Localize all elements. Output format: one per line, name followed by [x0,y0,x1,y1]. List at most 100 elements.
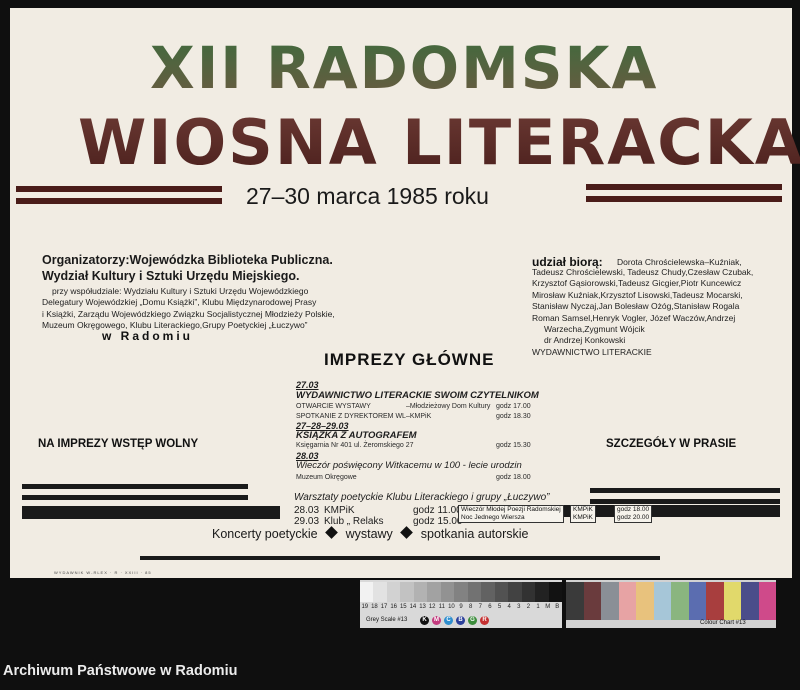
organizers-line: przy współudziale: Wydziału Kultury i Sz… [52,286,309,296]
grey-scale-number: 1 [536,604,540,610]
participant-line: Mirosław Kuźniak,Krzysztof Lisowski,Tade… [532,289,743,300]
event-time: godz 15.30 [496,442,531,449]
grey-scale-number: M [545,604,551,610]
poetry-time: godz 20.00 [617,514,650,521]
printer-credit: WYDAWNIK W-RLEX · R · XXIII · 85 [54,570,152,575]
event-type: wystawy [345,527,393,541]
right-decor-bar-2 [586,196,782,202]
poetry-place-box: KMPiK KMPiK [570,505,596,523]
workshop-time: godz 15.00 [413,516,463,527]
calibration-letter: C [444,616,453,625]
workshop-heading: Warsztaty poetyckie Klubu Literackiego i… [294,492,550,503]
colour-patch [583,582,601,620]
colour-patch [671,582,689,620]
grey-scale-number: B [555,604,560,610]
colour-patch [618,582,636,620]
grey-scale-number: 12 [428,604,436,610]
grey-scale-patch [386,582,401,602]
event-type: spotkania autorskie [420,527,529,541]
colour-patch [636,582,654,620]
calibration-chart: 19 18 17 16 15 14 13 12 11 10 9 8 7 6 5 4 3 2 1 M B Grey Sca… [360,580,776,640]
event-detail: OTWARCIE WYSTAWY [296,403,371,410]
grey-scale-patch [373,582,387,602]
poster-title-line1: XII RADOMSKA [150,34,659,102]
poster-title-line2: WIOSNA LITERACKA [78,106,800,179]
grey-scale-number: 17 [380,604,388,610]
event-types-line: Koncerty poetyckie wystawy spotkania aut… [212,526,529,541]
participant-line: Stanisław Nyczaj,Jan Bolesław Ożóg,Stani… [532,301,740,312]
grey-scale-label: Grey Scale #13 [366,617,408,623]
organizers-subtitle: Wydział Kultury i Sztuki Urzędu Miejskie… [42,269,300,283]
grey-scale-patch [467,582,482,602]
grey-scale-patch [548,582,562,602]
poetry-time-box: godz 18.00 godz 20.00 [614,505,653,523]
grey-scale-patch [360,582,374,602]
poetry-time: godz 18.00 [617,506,650,513]
event-detail: Muzeum Okręgowe [296,474,357,481]
grey-scale-number: 8 [469,604,473,610]
grey-scale-number: 13 [419,604,426,610]
grey-scale-number: 9 [459,604,463,610]
bottom-black-bar [140,556,660,560]
grey-scale-number: 11 [438,604,445,610]
grey-scale-patch [508,582,522,602]
organizers-line: Delegatury Wojewódzkiej „Domu Książki”, … [42,297,317,308]
colour-patch [741,582,759,620]
main-events-title: IMPREZY GŁÓWNE [324,350,495,369]
grey-scale-patch [427,582,441,602]
calibration-letter: G [468,616,477,625]
right-decor-bar-1 [586,184,782,190]
event-place: –Młodzieżowy Dom Kultury [406,403,491,410]
workshop-date: 28.03 [294,505,320,516]
event-time: godz 17.00 [496,403,531,410]
grey-scale-patch [400,582,414,602]
workshop-place: Klub „ Relaks [324,516,384,527]
organizers-title: Organizatorzy:Wojewódzka Biblioteka Publ… [42,253,333,267]
grey-scale-number: 10 [448,604,455,610]
colour-patch [566,582,584,620]
event-time: godz 18.00 [496,474,531,481]
festival-dates: 27–30 marca 1985 roku [246,183,489,209]
colour-patch [758,582,776,620]
colour-patch [653,582,671,620]
event-heading: Wieczór poświęcony Witkacemu w 100 - lec… [296,460,522,471]
colour-patch [688,582,706,620]
grey-scale-patch [521,582,536,602]
poetry-place: KMPiK [573,506,593,513]
calibration-letter: R [480,616,489,625]
workshop-time: godz 11.00 [413,505,462,516]
event-heading: WYDAWNICTWO LITERACKIE SWOIM CZYTELNIKOM [296,390,539,401]
left-black-bar-2 [22,495,248,500]
participant-line: WYDAWNICTWO LITERACKIE [532,346,652,357]
left-decor-bar-1 [16,186,222,192]
diamond-bullet-icon [325,526,338,539]
event-type: Koncerty poetyckie [212,527,318,541]
organizers-line: i Książki, Zarządu Wojewódzkiego Związku… [42,308,335,319]
poetry-evening-box: Wieczór Młodej Poezji Radomskiej Noc Jed… [458,505,564,523]
calibration-letter: M [432,616,441,625]
poetry-evening-title: Wieczór Młodej Poezji Radomskiej [461,506,561,513]
grey-scale-patch [494,582,509,602]
colour-patch [723,582,741,620]
colour-chart-label: Colour Chart #13 [700,620,746,626]
left-black-bar-3 [22,506,280,519]
poetry-night-title: Noc Jednego Wiersza [461,514,525,521]
participant-line: Warzecha,Zygmunt Wójcik [544,324,645,335]
archive-footer: Archiwum Państwowe w Radomiu [3,663,238,679]
workshop-place: KMPiK [324,505,355,516]
grey-scale-number: 2 [526,604,531,610]
free-entry-note: NA IMPREZY WSTĘP WOLNY [38,438,199,450]
right-black-bar-1 [590,488,780,493]
participants-list: Tadeusz Chrościelewski, Tadeusz Chudy,Cz… [532,267,753,358]
calibration-letter: B [456,616,465,625]
grey-scale-number: 5 [497,604,502,610]
participant-line: Roman Samsel,Henryk Vogler, Józef Waczów… [532,312,736,323]
grey-scale-number: 4 [507,604,511,610]
details-in-press-note: SZCZEGÓŁY W PRASIE [606,438,737,450]
event-date: 27.03 [296,380,319,390]
grey-scale-patch [413,582,428,602]
grey-scale-patch [440,582,455,602]
grey-scale-numbers: 19 18 17 16 15 14 13 12 11 10 9 8 7 6 5 4 3 2 1 M B [360,604,562,614]
organizers-city: w Radomiu [102,329,194,343]
colour-patch [601,582,619,620]
